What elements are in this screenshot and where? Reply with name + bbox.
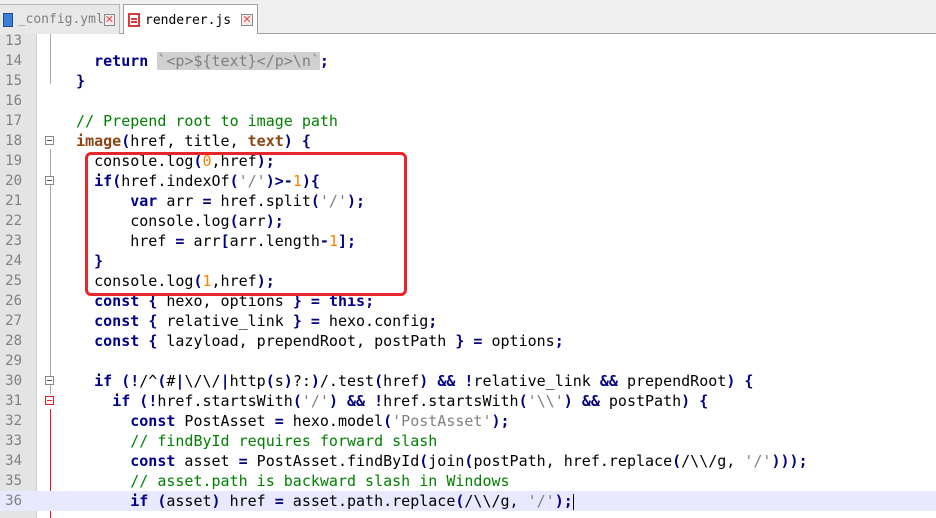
code-line[interactable]: 13 bbox=[0, 31, 936, 51]
code-editor[interactable]: 13 14 return `<p>${text}</p>\n`; 15 } 16 17 … bbox=[0, 31, 936, 518]
code-line[interactable]: 23 href = arr[arr.length-1]; bbox=[0, 231, 936, 251]
close-icon[interactable]: ✕ bbox=[241, 14, 253, 26]
line-number: 24 bbox=[5, 253, 22, 269]
line-number: 18 bbox=[5, 133, 22, 149]
line-number: 14 bbox=[5, 53, 22, 69]
code-text: console.log(1,href); bbox=[58, 272, 275, 290]
code-text: const { hexo, options } = this; bbox=[94, 292, 375, 310]
code-line[interactable]: 29 bbox=[0, 351, 936, 371]
close-icon[interactable]: ✕ bbox=[103, 13, 115, 26]
code-text: image(href, title, text) { bbox=[76, 132, 311, 150]
code-line[interactable]: 17 // Prepend root to image path bbox=[0, 111, 936, 131]
code-line[interactable]: 20 if(href.indexOf('/')>-1){ bbox=[0, 171, 936, 191]
code-line[interactable]: 31 if (!href.startsWith('/') && !href.st… bbox=[0, 391, 936, 411]
line-number: 29 bbox=[5, 353, 22, 369]
code-text: console.log(arr); bbox=[58, 212, 284, 230]
line-number: 13 bbox=[5, 33, 22, 49]
line-number: 28 bbox=[5, 333, 22, 349]
yaml-file-icon bbox=[3, 12, 13, 27]
code-line[interactable]: 25 console.log(1,href); bbox=[0, 271, 936, 291]
code-line[interactable]: 28 const { lazyload, prependRoot, postPa… bbox=[0, 331, 936, 351]
line-number: 26 bbox=[5, 293, 22, 309]
code-line[interactable]: 26 const { hexo, options } = this; bbox=[0, 291, 936, 311]
code-line[interactable]: 36 if (asset) href = asset.path.replace(… bbox=[0, 491, 936, 511]
tab-label: _config.yml bbox=[17, 12, 104, 27]
fold-toggle-icon[interactable] bbox=[45, 376, 54, 385]
line-number: 35 bbox=[5, 473, 22, 489]
code-line[interactable]: 18 image(href, title, text) { bbox=[0, 131, 936, 151]
line-number: 20 bbox=[5, 173, 22, 189]
line-number: 23 bbox=[5, 233, 22, 249]
code-line[interactable]: 32 const PostAsset = hexo.model('PostAss… bbox=[0, 411, 936, 431]
fold-toggle-icon[interactable] bbox=[45, 136, 54, 145]
code-text: if(href.indexOf('/')>-1){ bbox=[94, 172, 320, 190]
code-text: if (!href.startsWith('/') && !href.start… bbox=[112, 392, 709, 410]
code-text: // asset.path is backward slash in Windo… bbox=[58, 472, 510, 490]
text-caret bbox=[572, 493, 574, 510]
js-file-icon bbox=[128, 13, 140, 27]
code-text: // findById requires forward slash bbox=[58, 432, 438, 450]
line-number: 25 bbox=[5, 273, 22, 289]
code-text: href = arr[arr.length-1]; bbox=[58, 232, 357, 250]
code-line[interactable]: 27 const { relative_link } = hexo.config… bbox=[0, 311, 936, 331]
tab-label: renderer.js bbox=[145, 12, 232, 28]
code-text: // Prepend root to image path bbox=[58, 112, 338, 130]
code-line[interactable]: 34 const asset = PostAsset.findById(join… bbox=[0, 451, 936, 471]
code-line[interactable]: 15 } bbox=[0, 71, 936, 91]
line-number: 21 bbox=[5, 193, 22, 209]
code-line[interactable]: 16 bbox=[0, 91, 936, 111]
code-text: if (asset) href = asset.path.replace(/\\… bbox=[130, 492, 574, 510]
line-number: 30 bbox=[5, 373, 22, 389]
code-line[interactable]: 14 return `<p>${text}</p>\n`; bbox=[0, 51, 936, 71]
code-line[interactable]: 30 if (!/^(#|\/\/|http(s)?:)/.test(href)… bbox=[0, 371, 936, 391]
code-line[interactable]: 21 var arr = href.split('/'); bbox=[0, 191, 936, 211]
line-number: 17 bbox=[5, 113, 22, 129]
line-number: 15 bbox=[5, 73, 22, 89]
code-line[interactable]: 33 // findById requires forward slash bbox=[0, 431, 936, 451]
code-text: if (!/^(#|\/\/|http(s)?:)/.test(href) &&… bbox=[94, 372, 754, 390]
code-text: } bbox=[94, 252, 104, 270]
code-text: const { relative_link } = hexo.config; bbox=[94, 312, 438, 330]
code-line[interactable]: 35 // asset.path is backward slash in Wi… bbox=[0, 471, 936, 491]
line-number: 32 bbox=[5, 413, 22, 429]
line-number: 33 bbox=[5, 433, 22, 449]
line-number: 36 bbox=[5, 493, 22, 509]
line-number: 27 bbox=[5, 313, 22, 329]
code-text: return `<p>${text}</p>\n`; bbox=[94, 52, 329, 70]
code-line[interactable]: 19 console.log(0,href); bbox=[0, 151, 936, 171]
fold-toggle-icon[interactable] bbox=[45, 396, 54, 405]
fold-toggle-icon[interactable] bbox=[45, 176, 54, 185]
code-text: var arr = href.split('/'); bbox=[130, 192, 366, 210]
line-number: 19 bbox=[5, 153, 22, 169]
code-text: } bbox=[76, 72, 86, 90]
tab-config-yml[interactable]: _config.yml ✕ bbox=[0, 4, 120, 34]
tab-bar: _config.yml ✕ renderer.js ✕ bbox=[0, 0, 936, 35]
line-number: 34 bbox=[5, 453, 22, 469]
code-text: const PostAsset = hexo.model('PostAsset'… bbox=[130, 412, 510, 430]
code-text: const asset = PostAsset.findById(join(po… bbox=[130, 452, 808, 470]
code-line[interactable]: 24 } bbox=[0, 251, 936, 271]
line-number: 31 bbox=[5, 393, 22, 409]
code-text: const { lazyload, prependRoot, postPath … bbox=[94, 332, 564, 350]
line-number: 22 bbox=[5, 213, 22, 229]
line-number: 16 bbox=[5, 93, 22, 109]
code-text: console.log(0,href); bbox=[58, 152, 275, 170]
code-line[interactable]: 22 console.log(arr); bbox=[0, 211, 936, 231]
